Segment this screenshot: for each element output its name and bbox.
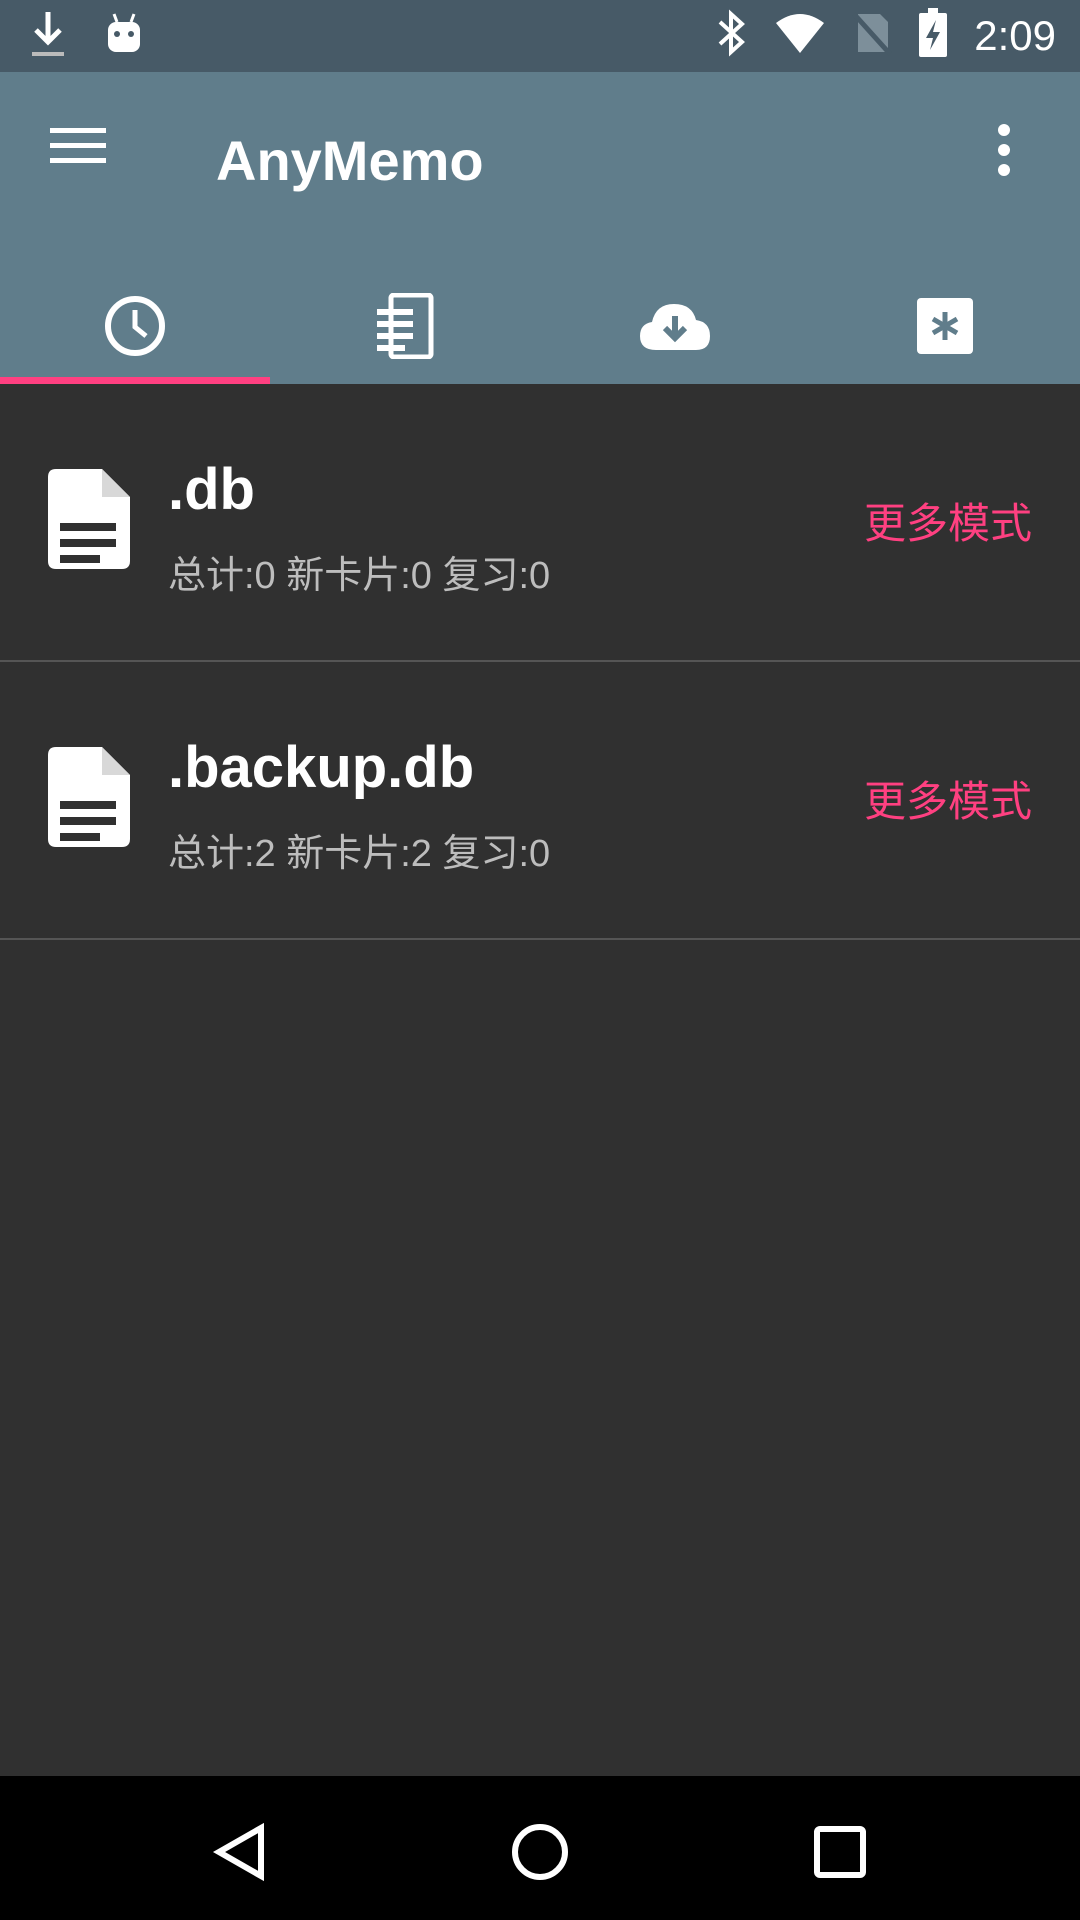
file-name: .db xyxy=(168,457,255,522)
tab-bar xyxy=(0,272,1080,384)
hamburger-menu-icon[interactable] xyxy=(50,126,120,196)
list-item[interactable]: .db 总计:0 新卡片:0 复习:0 更多模式 xyxy=(0,384,1080,662)
clock-time: 2:09 xyxy=(974,11,1056,59)
system-nav-bar xyxy=(0,1776,1080,1920)
document-icon xyxy=(48,469,132,574)
android-icon xyxy=(104,12,144,61)
status-bar: 2:09 xyxy=(0,0,1080,72)
app-title: AnyMemo xyxy=(216,129,484,192)
list-item[interactable]: .backup.db 总计:2 新卡片:2 复习:0 更多模式 xyxy=(0,662,1080,940)
tab-misc[interactable] xyxy=(810,272,1080,384)
file-stats: 总计:2 新卡片:2 复习:0 xyxy=(168,833,551,875)
document-icon xyxy=(48,747,132,852)
more-modes-button[interactable]: 更多模式 xyxy=(864,768,1032,829)
file-name: .backup.db xyxy=(168,735,475,800)
no-sim-icon xyxy=(852,10,893,61)
home-icon[interactable] xyxy=(500,1812,580,1892)
recent-clock-icon xyxy=(103,294,167,363)
bluetooth-icon xyxy=(714,8,748,63)
cloud-download-icon xyxy=(638,300,712,357)
wifi-icon xyxy=(774,11,826,60)
back-icon[interactable] xyxy=(200,1812,280,1892)
more-vert-icon[interactable] xyxy=(994,124,1044,194)
app-bar: AnyMemo xyxy=(0,72,1080,384)
battery-charging-icon xyxy=(918,8,948,63)
tab-files[interactable] xyxy=(270,272,540,384)
tab-download[interactable] xyxy=(540,272,810,384)
file-list: .db 总计:0 新卡片:0 复习:0 更多模式 .backup.db 总计:2… xyxy=(0,384,1080,940)
file-list-icon xyxy=(373,292,437,364)
download-icon xyxy=(30,10,66,63)
file-stats: 总计:0 新卡片:0 复习:0 xyxy=(168,555,551,597)
tab-selected-indicator xyxy=(0,377,270,384)
misc-asterisk-icon xyxy=(917,297,973,359)
tab-recent[interactable] xyxy=(0,272,270,384)
more-modes-button[interactable]: 更多模式 xyxy=(864,490,1032,551)
recents-icon[interactable] xyxy=(800,1812,880,1892)
